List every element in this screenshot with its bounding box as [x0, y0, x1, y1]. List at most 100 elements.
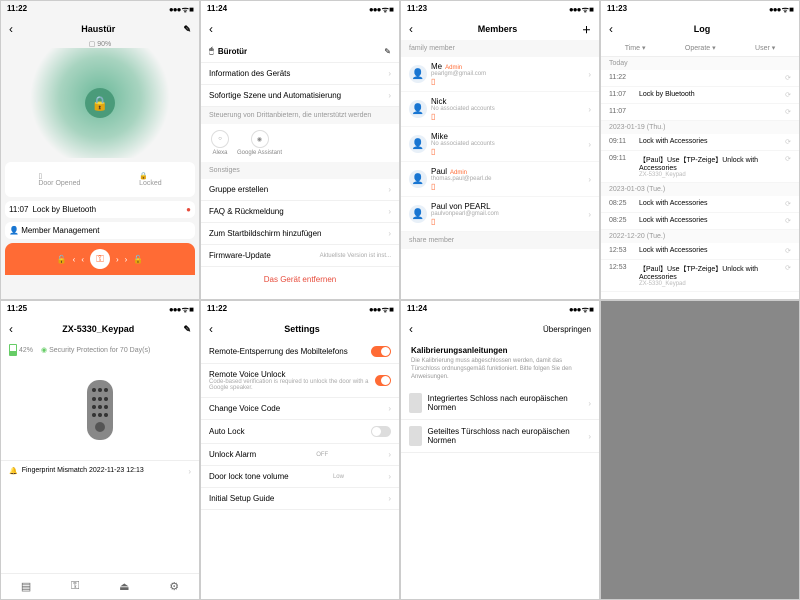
avatar-icon: 👤	[409, 100, 427, 118]
lock-visual[interactable]: 🔒	[1, 48, 199, 158]
section-header: Sonstiges	[201, 162, 399, 179]
toggle[interactable]	[371, 426, 391, 437]
log-row[interactable]: 11:22⟳	[601, 70, 799, 87]
settings-row[interactable]: Unlock AlarmOFF ›	[201, 444, 399, 466]
unlock-icon: 🔓	[133, 255, 143, 264]
door-locked[interactable]: 🔒Locked	[139, 172, 162, 187]
log-row[interactable]: 12:53【Paul】Use【TP-Zeige】Unlock with Acce…	[601, 260, 799, 292]
day-label: 2023-01-19 (Thu.)	[601, 121, 799, 134]
day-label: 2022-12-20 (Tue.)	[601, 230, 799, 243]
tab-bar: ▤ ⚿ ⏏ ⚙	[1, 573, 199, 599]
settings-row[interactable]: Change Voice Code›	[201, 398, 399, 420]
filter-operate[interactable]: Operate ▾	[685, 44, 716, 52]
door-opened[interactable]: ▯Door Opened	[38, 172, 80, 187]
filter-user[interactable]: User ▾	[755, 44, 775, 52]
avatar-icon: 👤	[409, 135, 427, 153]
member-row[interactable]: 👤MeAdminpearlgm@gmail.com▯›	[401, 57, 599, 92]
log-row[interactable]: 11:07Lock by Bluetooth●	[5, 201, 195, 218]
status-bar: 11:22●●● ᯤ ■	[1, 1, 199, 18]
assistants: ○Alexa ◉Google Assistant	[201, 124, 399, 162]
log-row[interactable]: 11:07Lock by Bluetooth⟳	[601, 87, 799, 104]
avatar-icon: 👤	[409, 170, 427, 188]
avatar-icon: 👤	[409, 65, 427, 83]
toggle[interactable]	[371, 346, 391, 357]
member-row[interactable]: 👤NickNo associated accounts▯›	[401, 92, 599, 127]
google-button[interactable]: ◉Google Assistant	[237, 130, 282, 156]
settings-row[interactable]: Auto Lock	[201, 420, 399, 444]
bell-icon: 🔔	[9, 467, 18, 476]
skip-button[interactable]: Überspringen	[543, 325, 591, 334]
unlock-icon: 🔓	[57, 255, 67, 264]
screen-keypad: 11:25●●● ᯤ ■ ‹ZX-5330_Keypad✎ 42% ◉ Secu…	[0, 300, 200, 600]
empty-slot	[600, 300, 800, 600]
event-row[interactable]: 🔔Fingerprint Mismatch 2022-11-23 12:13›	[1, 460, 199, 482]
tab-log-icon[interactable]: ▤	[21, 580, 31, 593]
edit-icon[interactable]: ✎	[183, 24, 191, 35]
page-title: Settings	[213, 324, 391, 334]
scene-automation[interactable]: Sofortige Szene und Automatisierung›	[201, 85, 399, 107]
day-label: Today	[601, 57, 799, 70]
calibration-desc: Die Kalibrierung muss abgeschlossen werd…	[411, 358, 589, 381]
log-row[interactable]: 09:11Lock with Accessories⟳	[601, 134, 799, 151]
log-row[interactable]: 12:53Lock with Accessories⟳	[601, 243, 799, 260]
lock-icon: 🔒	[85, 88, 115, 118]
avatar-icon: 👤	[409, 205, 427, 223]
unlock-slider[interactable]: 🔓‹‹⚿››🔓	[5, 243, 195, 275]
screen-settings: 11:22●●● ᯤ ■ ‹Settings Remote-Entsperrun…	[200, 300, 400, 600]
edit-icon[interactable]: ✎	[384, 47, 391, 56]
remove-device-button[interactable]: Das Gerät entfernen	[201, 267, 399, 292]
device-info[interactable]: Information des Geräts›	[201, 63, 399, 85]
settings-row[interactable]: Remote-Entsperrung des Mobiltelefons	[201, 340, 399, 364]
page-title: ZX-5330_Keypad	[13, 324, 183, 334]
lock-type-icon	[409, 393, 422, 413]
member-row[interactable]: 👤MikeNo associated accounts▯›	[401, 127, 599, 162]
member-mgmt-row[interactable]: 👤 Member Management	[5, 222, 195, 239]
status-card: ▯Door Opened 🔒Locked	[5, 162, 195, 197]
tab-settings-icon[interactable]: ⚙	[169, 580, 179, 593]
create-group[interactable]: Gruppe erstellen›	[201, 179, 399, 201]
mouse-icon: 🖱	[209, 46, 214, 56]
log-filters: Time ▾ Operate ▾ User ▾	[601, 40, 799, 57]
section-header: Steuerung von Drittanbietern, die unters…	[201, 107, 399, 124]
member-row[interactable]: 👤PaulAdminthomas.paul@pearl.de▯›	[401, 162, 599, 197]
screen-log: 11:23●●● ᯤ ■ ‹Log Time ▾ Operate ▾ User …	[600, 0, 800, 300]
toggle[interactable]	[375, 375, 391, 386]
settings-row[interactable]: Remote Voice UnlockCode-based verificati…	[201, 364, 399, 398]
edit-icon[interactable]: ✎	[183, 324, 191, 335]
settings-row[interactable]: Door lock tone volumeLow ›	[201, 466, 399, 488]
section-header: family member	[401, 40, 599, 57]
page-title: Log	[613, 24, 791, 34]
log-row[interactable]: 09:11【Paul】Use【TP-Zeige】Unlock with Acce…	[601, 151, 799, 183]
screen-members: 11:23●●● ᯤ ■ ‹Members＋ family member 👤Me…	[400, 0, 600, 300]
calib-option-integrated[interactable]: Integriertes Schloss nach europäischen N…	[401, 387, 599, 420]
calib-option-split[interactable]: Geteiltes Türschloss nach europäischen N…	[401, 420, 599, 453]
add-home[interactable]: Zum Startbildschirm hinzufügen›	[201, 223, 399, 245]
faq[interactable]: FAQ & Rückmeldung›	[201, 201, 399, 223]
screen-calibration: 11:24●●● ᯤ ■ ‹Überspringen Kalibrierungs…	[400, 300, 600, 600]
settings-row[interactable]: Initial Setup Guide›	[201, 488, 399, 510]
keypad-visual	[87, 380, 113, 440]
member-row[interactable]: 👤Paul von PEARLpaulvonpearl@gmail.com▯›	[401, 197, 599, 232]
add-icon[interactable]: ＋	[582, 23, 591, 36]
screen-lock-main: 11:22●●● ᯤ ■ ‹ Haustür ✎ ▢ 90% 🔒 ▯Door O…	[0, 0, 200, 300]
tab-exit-icon[interactable]: ⏏	[119, 580, 129, 593]
log-row[interactable]: 11:07⟳	[601, 104, 799, 121]
alexa-button[interactable]: ○Alexa	[211, 130, 229, 156]
day-label: 2023-01-03 (Tue.)	[601, 183, 799, 196]
back-icon[interactable]: ‹	[409, 322, 413, 336]
back-icon[interactable]: ‹	[209, 22, 213, 36]
firmware[interactable]: Firmware-UpdateAktuellste Version ist in…	[201, 245, 399, 267]
log-row[interactable]: 08:25Lock with Accessories⟳	[601, 196, 799, 213]
filter-time[interactable]: Time ▾	[625, 44, 646, 52]
page-title: Haustür	[13, 24, 183, 34]
tab-key-icon[interactable]: ⚿	[71, 580, 79, 593]
page-title: Members	[413, 24, 582, 34]
section-header: share member	[401, 232, 599, 249]
device-row[interactable]: 🖱Bürotür✎	[201, 40, 399, 63]
screen-device-settings: 11:24●●● ᯤ ■ ‹ 🖱Bürotür✎ Information des…	[200, 0, 400, 300]
log-row[interactable]: 08:25Lock with Accessories⟳	[601, 213, 799, 230]
key-icon: ⚿	[90, 249, 110, 269]
header: ‹ Haustür ✎	[1, 18, 199, 40]
lock-type-icon	[409, 426, 422, 446]
calibration-heading: Kalibrierungsanleitungen	[411, 346, 589, 355]
